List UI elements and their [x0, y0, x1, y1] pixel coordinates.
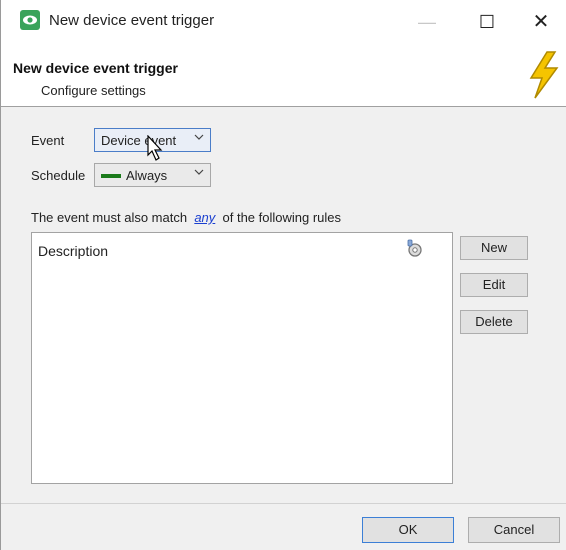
new-rule-button[interactable]: New: [460, 236, 528, 260]
minimize-button[interactable]: —: [407, 8, 447, 36]
schedule-color-swatch: [101, 174, 121, 178]
rules-list[interactable]: Description: [31, 232, 453, 484]
eye-app-icon: [20, 10, 40, 30]
footer-divider: [1, 503, 566, 504]
cancel-button[interactable]: Cancel: [468, 517, 560, 543]
dialog-header: New device event trigger Configure setti…: [1, 44, 566, 107]
mouse-cursor-icon: [147, 135, 163, 161]
maximize-button[interactable]: ☐: [467, 8, 507, 36]
header-subtitle: Configure settings: [41, 83, 146, 98]
lightning-icon: [529, 51, 559, 99]
chevron-down-icon: [194, 169, 204, 175]
edit-rule-button[interactable]: Edit: [460, 273, 528, 297]
delete-rule-button[interactable]: Delete: [460, 310, 528, 334]
close-button[interactable]: ✕: [521, 8, 561, 36]
window-title: New device event trigger: [49, 12, 215, 29]
schedule-dropdown-value: Always: [126, 168, 168, 183]
title-bar[interactable]: New device event trigger — ☐ ✕: [1, 0, 566, 44]
event-label: Event: [31, 133, 65, 148]
dialog-window: New device event trigger — ☐ ✕ New devic…: [0, 0, 566, 550]
rule-match-sentence: The event must also match any of the fol…: [31, 210, 341, 225]
match-mode-link[interactable]: any: [194, 210, 215, 225]
schedule-dropdown[interactable]: Always: [94, 163, 211, 187]
ok-button[interactable]: OK: [362, 517, 454, 543]
header-title: New device event trigger: [13, 60, 178, 76]
column-header-description[interactable]: Description: [38, 243, 108, 259]
chevron-down-icon: [194, 134, 204, 140]
rule-prefix: The event must also match: [31, 210, 188, 225]
rule-suffix: of the following rules: [222, 210, 342, 225]
schedule-label: Schedule: [31, 168, 86, 183]
column-settings-icon[interactable]: [404, 238, 424, 258]
